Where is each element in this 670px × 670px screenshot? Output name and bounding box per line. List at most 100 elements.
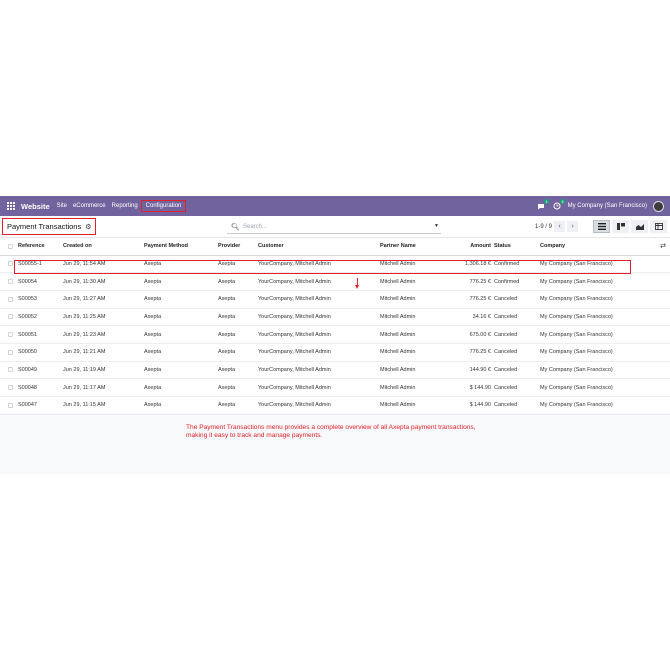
chat-icon[interactable]: 1 — [536, 199, 549, 211]
col-created-on[interactable]: Created on — [63, 238, 144, 256]
table-row[interactable]: S00055-1 Jun 29, 11:54 AM Axepta Axepta Your… — [0, 255, 670, 274]
table-body: S00055-1 Jun 29, 11:54 AM Axepta Axepta Your… — [0, 255, 670, 415]
cell-amount: $ 144.90 — [460, 378, 494, 397]
cell-created-on: Jun 29, 11:17 AM — [63, 378, 144, 397]
cell-company: My Company (San Francisco) — [540, 361, 670, 380]
table-row[interactable]: S00054 Jun 29, 11:30 AM Axepta Axepta YourCo… — [0, 272, 670, 291]
transactions-table: Reference Created on Payment Method Prov… — [0, 238, 670, 415]
cell-created-on: Jun 29, 11:19 AM — [63, 361, 144, 380]
activity-badge: 4 — [560, 199, 565, 204]
cell-provider: Axepta — [218, 272, 258, 291]
cell-customer: YourCompany, Mitchell Admin — [258, 396, 380, 415]
cell-company: My Company (San Francisco) — [540, 290, 670, 309]
menu-ecommerce[interactable]: eCommerce — [73, 203, 106, 209]
table-row[interactable]: S00049 Jun 29, 11:19 AM Axepta Axepta YourCo… — [0, 361, 670, 380]
cell-payment-method: Axepta — [144, 272, 218, 291]
company-switcher[interactable]: My Company (San Francisco) — [568, 203, 647, 209]
menu-site[interactable]: Site — [57, 203, 67, 209]
col-customer[interactable]: Customer — [258, 238, 380, 256]
view-switcher — [593, 220, 667, 233]
row-checkbox[interactable] — [8, 402, 13, 408]
cell-status: Canceled — [494, 325, 540, 344]
cell-customer: YourCompany, Mitchell Admin — [258, 255, 380, 274]
cell-reference: S00054 — [18, 272, 63, 291]
cell-payment-method: Axepta — [144, 378, 218, 397]
col-company[interactable]: Company — [540, 238, 670, 256]
cell-created-on: Jun 29, 11:30 AM — [63, 272, 144, 291]
chevron-left-icon[interactable]: ‹ — [554, 221, 566, 232]
menu-reporting[interactable]: Reporting — [112, 203, 138, 209]
list-view-icon[interactable] — [593, 220, 610, 233]
cell-company: My Company (San Francisco) — [540, 343, 670, 362]
row-checkbox[interactable] — [8, 332, 13, 338]
cell-payment-method: Axepta — [144, 396, 218, 415]
row-checkbox[interactable] — [8, 279, 13, 285]
col-provider[interactable]: Provider — [218, 238, 258, 256]
activity-clock-icon[interactable]: 4 — [552, 199, 565, 211]
user-avatar[interactable] — [653, 200, 664, 212]
search-input[interactable]: Search... — [243, 224, 267, 230]
col-status[interactable]: Status — [494, 238, 540, 256]
cell-created-on: Jun 29, 11:15 AM — [63, 396, 144, 415]
table-row[interactable]: S00047 Jun 29, 11:15 AM Axepta Axepta YourCo… — [0, 396, 670, 415]
caption-line-2: making it easy to track and manage payme… — [186, 432, 323, 440]
app-brand[interactable]: Website — [21, 202, 50, 211]
cell-company: My Company (San Francisco) — [540, 396, 670, 415]
cell-status: Canceled — [494, 343, 540, 362]
graph-view-icon[interactable] — [631, 220, 648, 233]
col-partner-name[interactable]: Partner Name — [380, 238, 460, 256]
col-payment-method[interactable]: Payment Method — [144, 238, 218, 256]
cell-amount: 1,306.18 € — [460, 255, 494, 274]
cell-customer: YourCompany, Mitchell Admin — [258, 343, 380, 362]
cell-customer: YourCompany, Mitchell Admin — [258, 325, 380, 344]
search-bar[interactable]: 🔍︎ Search... ▼ — [227, 220, 441, 234]
cell-payment-method: Axepta — [144, 308, 218, 327]
cell-partner-name: Mitchell Admin — [380, 378, 460, 397]
cell-amount: 776.25 € — [460, 290, 494, 309]
menu-configuration[interactable]: Configuration — [140, 200, 187, 212]
cell-created-on: Jun 29, 11:25 AM — [63, 308, 144, 327]
cell-payment-method: Axepta — [144, 361, 218, 380]
table-row[interactable]: S00050 Jun 29, 11:21 AM Axepta Axepta YourCo… — [0, 343, 670, 362]
cell-provider: Axepta — [218, 325, 258, 344]
cell-created-on: Jun 29, 11:27 AM — [63, 290, 144, 309]
row-checkbox[interactable] — [8, 349, 13, 355]
pivot-view-icon[interactable] — [650, 220, 667, 233]
table-row[interactable]: S00053 Jun 29, 11:27 AM Axepta Axepta YourCo… — [0, 290, 670, 309]
screenshot-panel: Website Site eCommerce Reporting Configu… — [0, 196, 670, 474]
cell-partner-name: Mitchell Admin — [380, 290, 460, 309]
cell-customer: YourCompany, Mitchell Admin — [258, 290, 380, 309]
cell-partner-name: Mitchell Admin — [380, 255, 460, 274]
caret-down-icon[interactable]: ▼ — [434, 223, 439, 229]
table-row[interactable]: S00052 Jun 29, 11:25 AM Axepta Axepta YourCo… — [0, 308, 670, 327]
row-checkbox[interactable] — [8, 367, 13, 373]
row-checkbox[interactable] — [8, 385, 13, 391]
cell-company: My Company (San Francisco) — [540, 308, 670, 327]
row-checkbox[interactable] — [8, 314, 13, 320]
cell-payment-method: Axepta — [144, 343, 218, 362]
row-checkbox[interactable] — [8, 296, 13, 302]
cell-company: My Company (San Francisco) — [540, 378, 670, 397]
row-checkbox[interactable] — [8, 261, 13, 267]
col-amount[interactable]: Amount — [460, 238, 494, 256]
cell-created-on: Jun 29, 11:54 AM — [63, 255, 144, 274]
chevron-right-icon[interactable]: › — [567, 221, 579, 232]
table-row[interactable]: S00051 Jun 29, 11:23 AM Axepta Axepta YourCo… — [0, 325, 670, 344]
pager-value[interactable]: 1-9 / 9 — [535, 224, 552, 230]
cell-partner-name: Mitchell Admin — [380, 361, 460, 380]
cell-reference: S00049 — [18, 361, 63, 380]
cell-customer: YourCompany, Mitchell Admin — [258, 308, 380, 327]
cell-provider: Axepta — [218, 308, 258, 327]
table-row[interactable]: S00048 Jun 29, 11:17 AM Axepta Axepta YourCo… — [0, 378, 670, 397]
gear-icon[interactable]: ⚙ — [85, 223, 91, 231]
select-all-checkbox[interactable] — [8, 243, 13, 249]
cell-reference: S00052 — [18, 308, 63, 327]
col-reference[interactable]: Reference — [18, 238, 63, 256]
cell-partner-name: Mitchell Admin — [380, 396, 460, 415]
kanban-view-icon[interactable] — [612, 220, 629, 233]
optional-columns-icon[interactable]: ⇄ — [660, 242, 666, 250]
pager: 1-9 / 9 ‹ › — [535, 221, 579, 232]
cell-customer: YourCompany, Mitchell Admin — [258, 361, 380, 380]
apps-grid-icon[interactable] — [7, 201, 16, 211]
cell-amount: 144.90 € — [460, 361, 494, 380]
